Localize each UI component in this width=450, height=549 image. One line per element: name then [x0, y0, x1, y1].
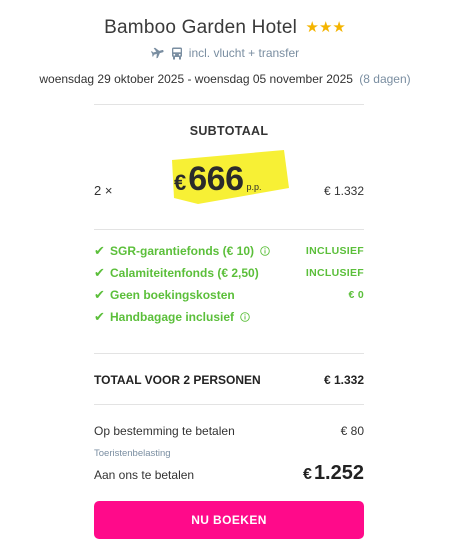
check-icon: ✔ — [94, 265, 105, 280]
perk-value: INCLUSIEF — [305, 267, 364, 279]
pay-us-row: Aan ons te betalen €1.252 — [94, 462, 364, 485]
price-per-person: € 666 p.p. — [168, 148, 293, 206]
price-currency: € — [174, 170, 187, 195]
check-icon: ✔ — [94, 243, 105, 258]
pay-us-label: Aan ons te betalen — [94, 468, 195, 482]
plane-icon — [150, 47, 165, 59]
subtotal-heading: SUBTOTAAL — [189, 124, 269, 138]
perk-calamiteiten: ✔ Calamiteitenfonds (€ 2,50) INCLUSIEF — [94, 262, 364, 284]
tourist-tax-note: Toeristenbelasting — [94, 448, 171, 459]
divider — [94, 104, 364, 105]
total-row: TOTAAL VOOR 2 PERSONEN € 1.332 — [94, 373, 364, 387]
perk-value: € 0 — [348, 289, 364, 301]
pay-us-value: 1.252 — [313, 462, 364, 484]
perk-label: Handbagage inclusief — [110, 310, 235, 324]
perk-label: Geen boekingskosten — [110, 288, 235, 302]
dates-text: woensdag 29 oktober 2025 - woensdag 05 n… — [39, 72, 353, 86]
quantity: 2 × — [94, 183, 113, 198]
perk-hand-luggage: ✔ Handbagage inclusief — [94, 306, 364, 328]
travel-dates: woensdag 29 oktober 2025 - woensdag 05 n… — [0, 72, 450, 86]
perk-label: Calamiteitenfonds (€ 2,50) — [110, 266, 259, 280]
check-icon: ✔ — [94, 309, 105, 324]
star-rating: ★★★ — [305, 19, 346, 36]
destination-label: Op bestemming te betalen — [94, 424, 235, 438]
subtotal-line-total: € 1.332 — [323, 184, 364, 198]
divider — [94, 353, 364, 354]
total-value: € 1.332 — [323, 373, 364, 387]
divider — [94, 404, 364, 405]
check-icon: ✔ — [94, 287, 105, 302]
divider — [94, 229, 364, 230]
nights-count: (8 dagen) — [359, 72, 411, 86]
pay-us-amount: €1.252 — [303, 462, 364, 485]
perk-value: INCLUSIEF — [305, 245, 364, 257]
pay-us-currency: € — [303, 466, 312, 483]
total-label: TOTAAL VOOR 2 PERSONEN — [94, 373, 261, 387]
bus-icon — [171, 47, 183, 60]
included-perks-list: ✔ SGR-garantiefonds (€ 10) INCLUSIEF ✔ C… — [94, 240, 364, 328]
hotel-title: Bamboo Garden Hotel ★★★ — [0, 17, 450, 39]
includes-text: incl. vlucht + transfer — [188, 46, 300, 60]
perk-booking-fees: ✔ Geen boekingskosten € 0 — [94, 284, 364, 306]
includes-info: incl. vlucht + transfer — [0, 46, 450, 60]
per-person-suffix: p.p. — [246, 182, 262, 192]
destination-payment-row: Op bestemming te betalen € 80 — [94, 424, 364, 438]
perk-label: SGR-garantiefonds (€ 10) — [110, 244, 255, 258]
info-icon[interactable] — [240, 312, 250, 322]
book-now-button[interactable]: NU BOEKEN — [94, 501, 364, 539]
price-amount: 666 — [188, 160, 244, 198]
hotel-name: Bamboo Garden Hotel — [104, 17, 298, 38]
destination-value: € 80 — [340, 424, 364, 438]
info-icon[interactable] — [260, 246, 270, 256]
perk-sgr: ✔ SGR-garantiefonds (€ 10) INCLUSIEF — [94, 240, 364, 262]
